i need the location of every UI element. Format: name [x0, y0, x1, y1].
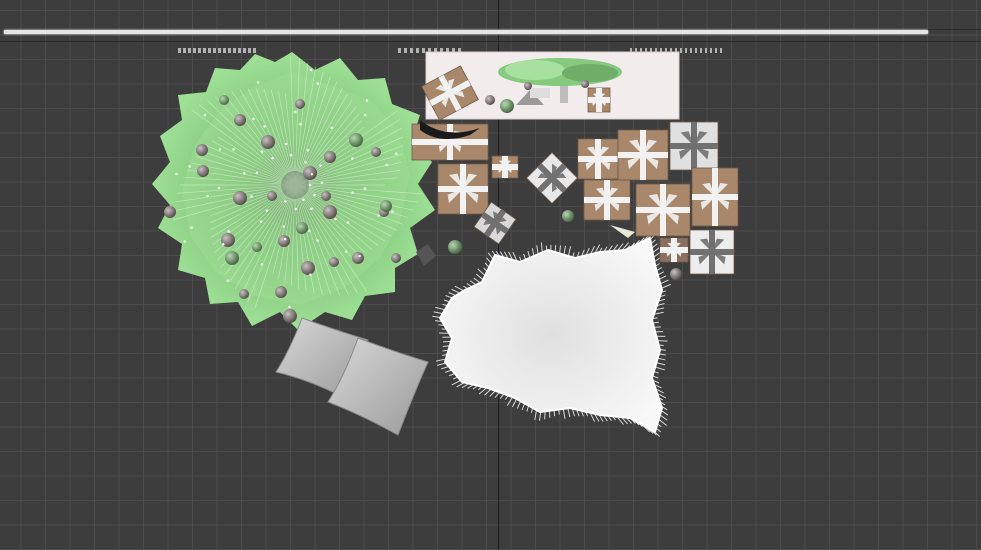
ornament-ball[interactable] — [234, 114, 246, 126]
gift-box[interactable] — [635, 183, 691, 237]
ornament-ball[interactable] — [225, 251, 239, 265]
ornament-ball[interactable] — [329, 257, 339, 267]
ornament-ball[interactable] — [261, 135, 275, 149]
ornament-ball[interactable] — [219, 95, 229, 105]
gift-box[interactable] — [691, 167, 739, 227]
ornament-ball[interactable] — [380, 200, 392, 212]
ornament-ball[interactable] — [352, 252, 364, 264]
ornament-ball[interactable] — [164, 206, 176, 218]
ornament-ball[interactable] — [324, 151, 336, 163]
ornament-ball[interactable] — [278, 235, 290, 247]
gift-box[interactable] — [617, 129, 669, 181]
gift-box[interactable] — [587, 87, 611, 113]
ornament-ball[interactable] — [321, 191, 331, 201]
ornament-ball[interactable] — [196, 144, 208, 156]
gift-box-white[interactable] — [669, 121, 719, 171]
ornament-ball[interactable] — [197, 165, 209, 177]
ornament-ball[interactable] — [296, 222, 308, 234]
ornament-ball[interactable] — [391, 253, 401, 263]
ornament-ball[interactable] — [323, 205, 337, 219]
ornament-ball[interactable] — [252, 242, 262, 252]
gift-box[interactable] — [491, 155, 519, 179]
ornament-ball[interactable] — [301, 261, 315, 275]
ornament-ball[interactable] — [371, 147, 381, 157]
christmas-tree[interactable] — [152, 52, 435, 330]
ornament-ball[interactable] — [267, 191, 277, 201]
ornament-ball[interactable] — [275, 286, 287, 298]
ornament-ball[interactable] — [349, 133, 363, 147]
ornament-ball[interactable] — [303, 166, 317, 180]
ornament-ball[interactable] — [295, 99, 305, 109]
gift-box[interactable] — [437, 163, 489, 215]
gift-box-white[interactable] — [525, 151, 579, 205]
gift-box-white[interactable] — [689, 229, 735, 275]
ornament-ball[interactable] — [283, 309, 297, 323]
fur-rug[interactable] — [432, 232, 671, 437]
3d-viewport-top-view[interactable] — [0, 0, 981, 550]
gift-box[interactable] — [659, 237, 689, 263]
gift-box[interactable] — [583, 179, 631, 221]
ornament-ball[interactable] — [239, 289, 249, 299]
ornament-ball[interactable] — [233, 191, 247, 205]
scene-objects-layer — [152, 51, 739, 437]
gift-box[interactable] — [577, 138, 619, 180]
